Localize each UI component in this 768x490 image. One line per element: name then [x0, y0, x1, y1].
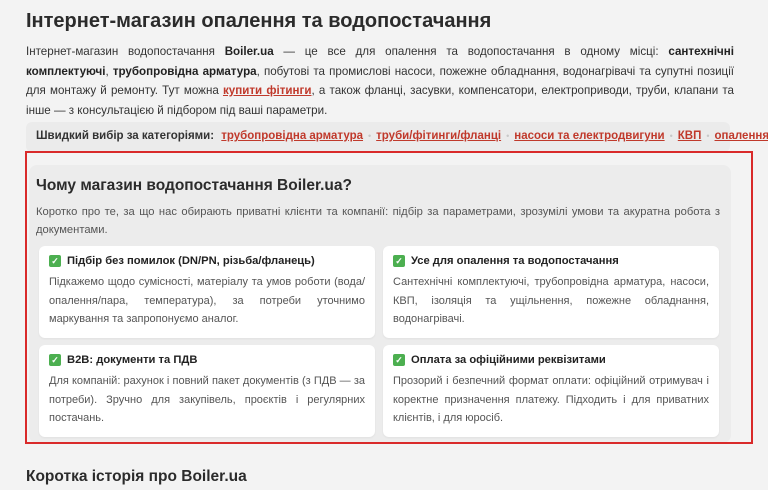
- intro-brand: Boiler.ua: [224, 45, 274, 58]
- separator-dot: •: [368, 131, 372, 141]
- category-link-heating[interactable]: опалення: [715, 130, 768, 142]
- highlight-frame: [25, 151, 753, 444]
- intro-paragraph: Інтернет-магазин водопостачання Boiler.u…: [26, 42, 734, 120]
- buy-fittings-link[interactable]: купити фітинги: [223, 84, 312, 97]
- category-link-pumps[interactable]: насоси та електродвигуни: [514, 130, 664, 142]
- quick-category-nav: Швидкий вибір за категоріями: трубопрові…: [26, 122, 768, 152]
- category-link-kvp[interactable]: КВП: [678, 130, 702, 142]
- category-link-pipes[interactable]: труби/фітинги/фланці: [376, 130, 501, 142]
- intro-text-2: — це все для опалення та водопостачання …: [273, 45, 669, 58]
- intro-text-3: ,: [105, 64, 113, 78]
- separator-dot: •: [669, 131, 673, 141]
- intro-text-1: Інтернет-магазин водопостачання: [26, 45, 225, 58]
- history-section-title: Коротка історія про Boiler.ua: [26, 468, 247, 485]
- quick-nav-label: Швидкий вибір за категоріями:: [36, 130, 215, 142]
- page-title: Інтернет-магазин опалення та водопостача…: [26, 10, 492, 32]
- category-link-valves[interactable]: трубопровідна арматура: [221, 130, 363, 142]
- separator-dot: •: [706, 131, 710, 141]
- intro-bold-valves: трубопровідна арматура: [112, 64, 257, 78]
- separator-dot: •: [506, 131, 510, 141]
